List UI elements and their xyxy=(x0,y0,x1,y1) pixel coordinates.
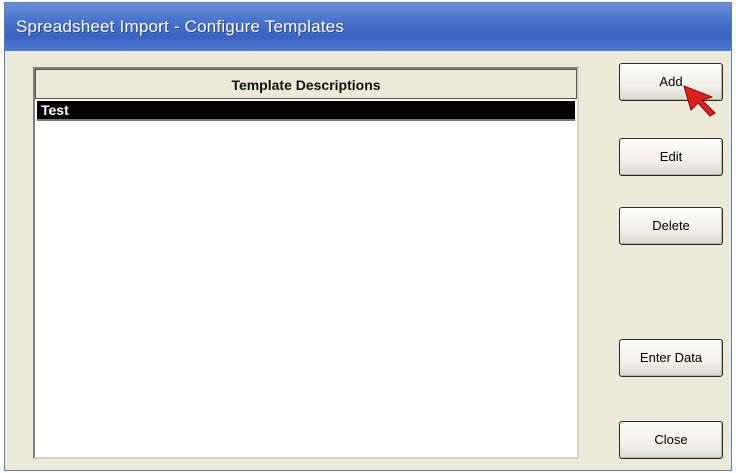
list-item-test[interactable]: Test xyxy=(37,101,575,121)
close-button[interactable]: Close xyxy=(619,421,723,459)
configure-templates-dialog: Spreadsheet Import - Configure Templates… xyxy=(4,2,732,471)
dialog-body: Template Descriptions Test Add Edit Dele… xyxy=(5,51,731,470)
template-descriptions-header[interactable]: Template Descriptions xyxy=(35,69,577,99)
delete-button[interactable]: Delete xyxy=(619,207,723,245)
template-list[interactable]: Template Descriptions Test xyxy=(33,67,579,459)
edit-button[interactable]: Edit xyxy=(619,138,723,176)
window-title: Spreadsheet Import - Configure Templates xyxy=(16,17,345,36)
enter-data-button[interactable]: Enter Data xyxy=(619,339,723,377)
pointer-arrow-icon xyxy=(683,85,716,117)
title-bar[interactable]: Spreadsheet Import - Configure Templates xyxy=(5,3,731,51)
